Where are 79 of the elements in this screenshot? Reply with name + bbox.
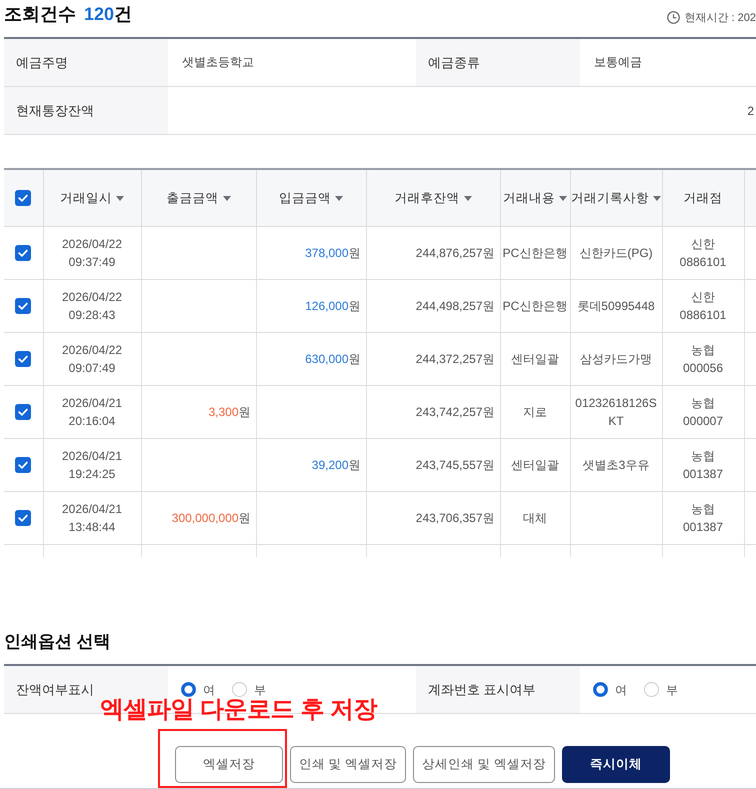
- sort-caret-icon[interactable]: [335, 196, 343, 200]
- sort-caret-icon[interactable]: [653, 196, 661, 200]
- section-title: 인쇄옵션 선택: [4, 631, 111, 653]
- field-value: 보통예금: [593, 54, 643, 71]
- clock-icon: [667, 11, 680, 24]
- column-header[interactable]: 출금금액: [166, 190, 218, 206]
- column-header[interactable]: 입금금액: [279, 190, 331, 206]
- transaction-datetime: 2026/04/22 09:07:49: [43, 332, 141, 386]
- sort-caret-icon[interactable]: [222, 196, 230, 200]
- column-header: 거래점: [684, 190, 722, 206]
- checkbox[interactable]: [15, 351, 32, 367]
- field-label: 예금주명: [4, 39, 168, 86]
- branch-info: 농협 000056: [662, 332, 744, 386]
- transaction-type: PC신한은행: [500, 226, 570, 280]
- transaction-datetime: 2026/04/21 19:24:25: [43, 438, 141, 492]
- sort-caret-icon[interactable]: [116, 196, 124, 200]
- checkbox[interactable]: [15, 298, 32, 314]
- balance-amount: 244,876,257원: [366, 226, 500, 280]
- transaction-type: 지로: [500, 386, 570, 438]
- withdrawal-amount: 3,300원: [141, 386, 256, 438]
- transaction-datetime: 2026/04/21 20:16:04: [43, 386, 141, 438]
- transaction-memo: 롯데50995448: [570, 280, 662, 332]
- checkbox[interactable]: [15, 245, 32, 261]
- transfer-button[interactable]: 즉시이체: [562, 746, 670, 783]
- save-button[interactable]: 엑셀저장: [175, 746, 283, 783]
- radio-button[interactable]: [593, 682, 608, 697]
- field-label: 현재통장잔액: [4, 87, 168, 134]
- balance-amount: 243,706,357원: [366, 492, 500, 544]
- transaction-datetime: 2026/04/22 09:28:43: [43, 280, 141, 332]
- deposit-amount: 39,200원: [256, 438, 366, 492]
- balance-amount: 243,742,257원: [366, 386, 500, 438]
- balance-amount: 243,745,557원: [366, 438, 500, 492]
- save-button[interactable]: 인쇄 및 엑셀저장: [290, 746, 406, 783]
- column-header[interactable]: 거래기록사항: [571, 190, 649, 206]
- branch-info: 신한 0886101: [662, 226, 744, 280]
- radio-label[interactable]: 부: [254, 682, 266, 696]
- transaction-type: 센터일괄: [500, 438, 570, 492]
- column-header[interactable]: 거래일시: [60, 190, 112, 206]
- radio-label[interactable]: 여: [203, 682, 215, 696]
- transaction-memo: 01232618126SKT: [570, 386, 662, 438]
- transaction-type: PC신한은행: [500, 280, 570, 332]
- field-value: 샛별초등학교: [181, 54, 255, 71]
- branch-info: 농협 001387: [662, 492, 744, 544]
- field-label: 예금종류: [416, 39, 580, 86]
- transaction-type: 센터일괄: [500, 332, 570, 386]
- sort-caret-icon[interactable]: [559, 196, 567, 200]
- option-label: 계좌번호 표시여부: [428, 680, 536, 698]
- current-time: 현재시간 : 202: [684, 11, 756, 25]
- transaction-datetime: 2026/04/21 13:48:44: [43, 492, 141, 544]
- sort-caret-icon[interactable]: [464, 196, 472, 200]
- deposit-amount: 378,000원: [256, 226, 366, 280]
- option-label: 잔액여부표시: [16, 680, 94, 698]
- checkbox[interactable]: [15, 457, 32, 473]
- annotation-text: 엑셀파일 다운로드 후 저장: [100, 697, 378, 722]
- field-value: 2: [746, 102, 755, 120]
- checkbox[interactable]: [15, 190, 32, 206]
- radio-button[interactable]: [181, 682, 196, 697]
- balance-amount: 244,372,257원: [366, 332, 500, 386]
- deposit-amount: 126,000원: [256, 280, 366, 332]
- column-header[interactable]: 거래후잔액: [394, 190, 460, 206]
- branch-info: 농협 000007: [662, 386, 744, 438]
- save-button[interactable]: 상세인쇄 및 엑셀저장: [412, 746, 555, 783]
- withdrawal-amount: 300,000,000원: [141, 492, 256, 544]
- branch-info: 신한 0886101: [662, 280, 744, 332]
- transaction-datetime: 2026/04/22 09:37:49: [43, 226, 141, 280]
- result-count-label: 조회건수: [4, 3, 76, 25]
- balance-amount: 244,498,257원: [366, 280, 500, 332]
- transaction-memo: 삼성카드가맹: [570, 332, 662, 386]
- result-count: 120건: [84, 3, 132, 25]
- radio-label[interactable]: 여: [615, 682, 627, 696]
- branch-info: 농협 001387: [662, 438, 744, 492]
- transaction-type: 대체: [500, 492, 570, 544]
- checkbox[interactable]: [15, 404, 32, 420]
- radio-label[interactable]: 부: [666, 682, 678, 696]
- checkbox[interactable]: [15, 510, 32, 526]
- transaction-memo: 신한카드(PG): [570, 226, 662, 280]
- deposit-amount: 630,000원: [256, 332, 366, 386]
- transaction-memo: 샛별초3우유: [570, 438, 662, 492]
- column-header[interactable]: 거래내용: [503, 190, 555, 206]
